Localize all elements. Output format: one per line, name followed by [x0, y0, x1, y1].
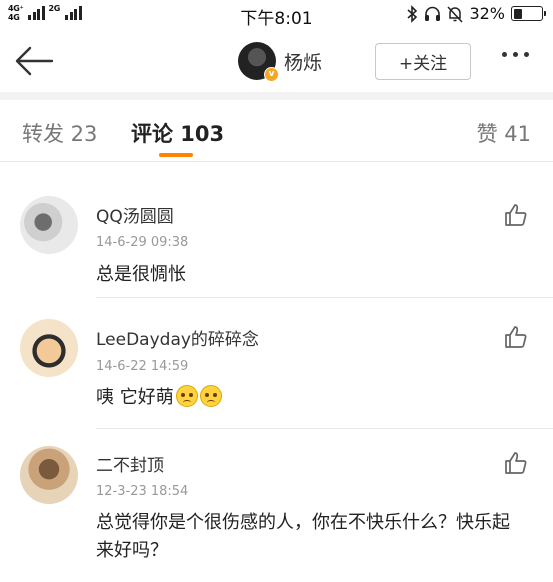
comment-item: LeeDayday的碎碎念 14-6-22 14:59 咦 它好萌 — [0, 298, 553, 429]
nav-bar: v 杨烁 +关注 — [0, 30, 553, 92]
section-divider — [0, 92, 553, 100]
comment-item: 二不封顶 12-3-23 18:54 总觉得你是个很伤感的人，你在不快乐什么？快… — [0, 428, 553, 582]
post-author[interactable]: v 杨烁 — [238, 42, 323, 82]
comment-time: 12-3-23 18:54 — [96, 484, 189, 499]
more-options-icon[interactable] — [502, 52, 529, 57]
battery-icon — [511, 6, 546, 21]
author-name: 杨烁 — [284, 51, 323, 74]
commenter-name[interactable]: QQ汤圆圆 — [96, 202, 174, 227]
tab-bar: 转发 23 评论 103 赞 41 — [0, 100, 553, 162]
comment-text: 咦 它好萌 — [96, 384, 222, 412]
follow-button[interactable]: +关注 — [375, 43, 471, 80]
battery-level — [513, 8, 523, 19]
avatar[interactable] — [20, 446, 78, 504]
like-thumb-icon[interactable] — [503, 324, 529, 350]
tab-repost[interactable]: 转发 23 — [22, 118, 97, 148]
comment-item: QQ汤圆圆 14-6-29 09:38 总是很惆怅 — [0, 162, 553, 298]
status-bar: 4G⁺ 4G 2G 下午8:01 32% — [0, 0, 553, 30]
avatar: v — [238, 42, 279, 82]
comment-text-content: 咦 它好萌 — [96, 387, 174, 408]
headset-icon — [425, 6, 441, 21]
bluetooth-icon — [407, 4, 418, 23]
comment-time: 14-6-22 14:59 — [96, 359, 189, 374]
back-arrow-icon[interactable] — [12, 44, 56, 78]
commenter-name[interactable]: 二不封顶 — [96, 451, 164, 476]
tab-likes[interactable]: 赞 41 — [477, 118, 531, 148]
comment-time: 14-6-29 09:38 — [96, 235, 189, 250]
sad-face-emoji-icon — [199, 385, 222, 407]
sad-face-emoji-icon — [175, 385, 198, 407]
like-thumb-icon[interactable] — [503, 202, 529, 228]
status-icons: 32% — [406, 4, 546, 23]
comment-text: 总是很惆怅 — [96, 264, 186, 285]
avatar[interactable] — [20, 319, 78, 377]
avatar[interactable] — [20, 196, 78, 254]
active-tab-indicator — [159, 153, 193, 157]
mute-bell-icon — [447, 5, 463, 23]
tab-comments[interactable]: 评论 103 — [131, 118, 224, 148]
comment-text: 总觉得你是个很伤感的人，你在不快乐什么？快乐起来好吗？ — [96, 512, 510, 561]
commenter-name[interactable]: LeeDayday的碎碎念 — [96, 325, 259, 350]
verified-badge-icon: v — [264, 67, 279, 82]
battery-percent: 32% — [469, 4, 505, 23]
like-thumb-icon[interactable] — [503, 450, 529, 476]
